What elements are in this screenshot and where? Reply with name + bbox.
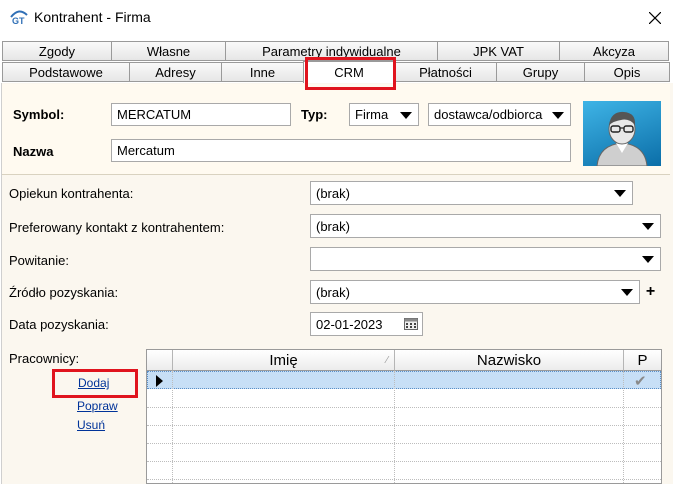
- edit-worker-link[interactable]: Popraw: [77, 399, 118, 413]
- symbol-field[interactable]: MERCATUM: [111, 103, 291, 126]
- kontakt-value: (brak): [316, 218, 350, 234]
- avatar[interactable]: [583, 101, 661, 167]
- calendar-icon[interactable]: [404, 318, 418, 330]
- tab-platnosci[interactable]: Płatności: [394, 62, 497, 82]
- powitanie-select[interactable]: [310, 247, 661, 271]
- chevron-down-icon: [614, 190, 626, 197]
- zrodlo-value: (brak): [316, 284, 350, 300]
- opiekun-select[interactable]: (brak): [310, 181, 633, 205]
- role-value: dostawca/odbiorca: [434, 107, 543, 122]
- type-value: Firma: [355, 107, 389, 122]
- chevron-down-icon: [552, 111, 564, 119]
- role-select[interactable]: dostawca/odbiorca: [428, 103, 571, 126]
- tab-inne[interactable]: Inne: [221, 62, 304, 82]
- column-header-p[interactable]: P: [624, 350, 661, 371]
- tab-jpk-vat[interactable]: JPK VAT: [437, 41, 560, 61]
- type-label: Typ:: [301, 107, 328, 122]
- symbol-label: Symbol:: [13, 107, 65, 122]
- column-imie-label: Imię: [269, 351, 298, 369]
- column-header-imie[interactable]: Imię ⁄: [173, 350, 395, 371]
- kontakt-label: Preferowany kontakt z kontrahentem:: [9, 220, 225, 235]
- add-link-highlight: [52, 369, 138, 398]
- svg-text:GT: GT: [12, 16, 25, 25]
- zrodlo-add-button[interactable]: +: [640, 280, 661, 304]
- grid-divider: [394, 371, 395, 483]
- chevron-down-icon: [642, 256, 654, 263]
- row-indicator-header: [147, 350, 173, 371]
- workers-grid[interactable]: Imię ⁄ Nazwisko P ✔: [146, 349, 662, 484]
- delete-worker-link[interactable]: Usuń: [77, 418, 105, 432]
- zrodlo-select[interactable]: (brak): [310, 280, 640, 304]
- table-row[interactable]: [147, 444, 661, 462]
- tab-wlasne[interactable]: Własne: [111, 41, 226, 61]
- crm-tab-highlight: [305, 57, 396, 90]
- app-icon: GT: [10, 9, 28, 26]
- table-row[interactable]: [147, 426, 661, 444]
- tab-akcyza[interactable]: Akcyza: [559, 41, 669, 61]
- name-field[interactable]: Mercatum: [111, 139, 571, 162]
- sort-icon: ⁄: [386, 355, 388, 366]
- table-row[interactable]: [147, 390, 661, 408]
- tab-podstawowe[interactable]: Podstawowe: [2, 62, 130, 82]
- kontakt-select[interactable]: (brak): [310, 214, 661, 238]
- name-label: Nazwa: [13, 144, 54, 159]
- data-value: 02-01-2023: [316, 316, 383, 332]
- column-header-nazwisko[interactable]: Nazwisko: [395, 350, 624, 371]
- data-field[interactable]: 02-01-2023: [310, 312, 423, 336]
- person-icon: [596, 111, 648, 167]
- close-button[interactable]: [638, 2, 672, 34]
- tab-opis[interactable]: Opis: [584, 62, 670, 82]
- tab-adresy[interactable]: Adresy: [129, 62, 222, 82]
- window-title: Kontrahent - Firma: [34, 9, 151, 25]
- type-select[interactable]: Firma: [349, 103, 419, 126]
- chevron-down-icon: [642, 223, 654, 230]
- tab-grupy[interactable]: Grupy: [496, 62, 585, 82]
- row-pointer-icon: [156, 375, 163, 387]
- checkmark-icon: ✔: [634, 373, 647, 390]
- title-bar: GT Kontrahent - Firma: [0, 0, 673, 36]
- close-icon: [649, 12, 661, 24]
- grid-divider: [172, 371, 173, 483]
- opiekun-label: Opiekun kontrahenta:: [9, 186, 134, 201]
- table-row[interactable]: [147, 408, 661, 426]
- data-label: Data pozyskania:: [9, 317, 109, 332]
- chevron-down-icon: [400, 111, 412, 119]
- zrodlo-label: Źródło pozyskania:: [9, 285, 119, 300]
- table-row-selected[interactable]: ✔: [147, 371, 661, 390]
- table-row[interactable]: [147, 462, 661, 480]
- powitanie-label: Powitanie:: [9, 253, 69, 268]
- workers-label: Pracownicy:: [9, 351, 80, 366]
- grid-divider: [623, 371, 624, 483]
- column-nazwisko-label: Nazwisko: [476, 351, 542, 369]
- opiekun-value: (brak): [316, 185, 350, 201]
- tab-zgody[interactable]: Zgody: [2, 41, 112, 61]
- column-p-label: P: [637, 351, 648, 369]
- chevron-down-icon: [621, 289, 633, 296]
